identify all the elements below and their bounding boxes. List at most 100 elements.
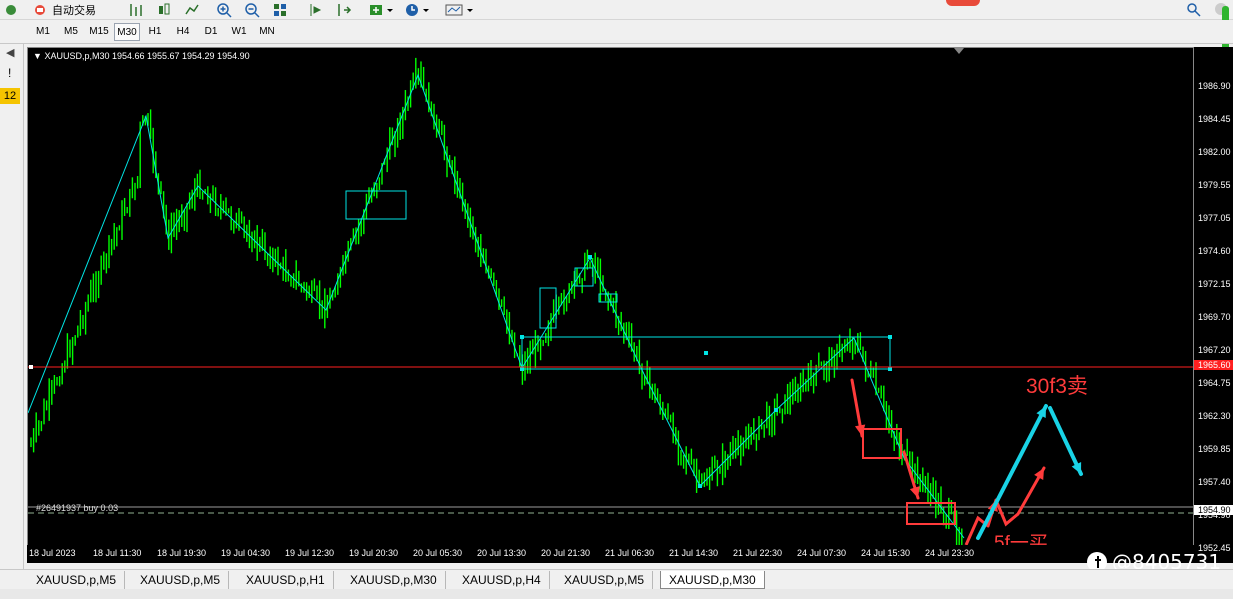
time-tick: 21 Jul 22:30 <box>733 548 783 558</box>
red-line-price-label: 1965.60 <box>1194 360 1233 370</box>
zigzag-line <box>28 73 965 539</box>
autoscroll-icon <box>310 4 322 16</box>
tile-windows-icon <box>274 4 286 16</box>
chart-tab[interactable]: XAUUSD,p,H4 <box>454 571 550 589</box>
anchor-point <box>520 367 524 371</box>
collapse-arrow-icon[interactable]: ◀ <box>6 46 14 59</box>
bar-chart-icon <box>130 4 142 16</box>
timeframe-m5[interactable]: M5 <box>58 23 84 41</box>
shift-marker <box>954 48 964 54</box>
time-tick: 21 Jul 06:30 <box>605 548 655 558</box>
timeframe-h4[interactable]: H4 <box>170 23 196 41</box>
time-tick: 24 Jul 23:30 <box>925 548 975 558</box>
timeframe-mn[interactable]: MN <box>254 23 280 41</box>
anchor-point <box>888 367 892 371</box>
periods-button[interactable] <box>404 1 430 19</box>
candles <box>30 57 963 551</box>
price-tick: 1969.70 <box>1198 312 1231 322</box>
timeframe-m30[interactable]: M30 <box>114 23 140 41</box>
bar-chart-button[interactable] <box>128 1 144 19</box>
search-icon[interactable] <box>1186 1 1202 19</box>
price-tick: 1967.20 <box>1198 345 1231 355</box>
price-tick: 1962.30 <box>1198 411 1231 421</box>
time-scale[interactable]: 18 Jul 2023 18 Jul 11:30 18 Jul 19:30 19 Ju… <box>27 545 1194 563</box>
highlight-box <box>862 428 902 459</box>
auto-trading-icon <box>35 5 45 15</box>
consolidation-box <box>345 190 407 220</box>
anchor-point <box>888 335 892 339</box>
time-tick: 18 Jul 11:30 <box>93 548 142 558</box>
timeframe-bar: M1 M5 M15 M30 H1 H4 D1 W1 MN <box>0 20 1233 44</box>
timeframe-m1[interactable]: M1 <box>30 23 56 41</box>
timeframe-h1[interactable]: H1 <box>142 23 168 41</box>
tile-windows-button[interactable] <box>272 1 288 19</box>
price-tick: 1957.40 <box>1198 477 1231 487</box>
time-tick: 19 Jul 04:30 <box>221 548 271 558</box>
line-chart-icon <box>185 4 199 15</box>
zoom-out-button[interactable] <box>244 1 260 19</box>
clock-icon <box>406 4 429 16</box>
chart-tab[interactable]: XAUUSD,p,M5 <box>556 571 654 589</box>
zoom-in-icon <box>217 3 232 18</box>
time-tick: 20 Jul 13:30 <box>477 548 527 558</box>
indicators-icon <box>370 5 393 15</box>
order-label: #26491937 buy 0.03 <box>36 503 119 513</box>
anchor-point <box>588 255 592 259</box>
price-tick: 1959.85 <box>1198 444 1231 454</box>
time-tick: 19 Jul 12:30 <box>285 548 335 558</box>
price-tick: 1979.55 <box>1198 180 1231 190</box>
price-tick: 1986.90 <box>1198 81 1231 91</box>
templates-icon <box>445 4 473 16</box>
left-panel: ◀ ! 12 <box>0 44 24 570</box>
price-chart[interactable]: ▼ XAUUSD,p,M30 1954.66 1955.67 1954.29 1… <box>27 47 1194 563</box>
current-price-label: 1954.90 <box>1194 505 1233 515</box>
chart-shift-button[interactable] <box>336 1 352 19</box>
timeframe-m15[interactable]: M15 <box>86 23 112 41</box>
time-tick: 24 Jul 15:30 <box>861 548 911 558</box>
price-tick: 1984.45 <box>1198 114 1231 124</box>
logo-fragment <box>946 0 980 6</box>
sell-annotation: 30f3卖 <box>1026 375 1088 398</box>
chart-tab[interactable]: XAUUSD,p,M30 <box>660 571 765 589</box>
timeframe-d1[interactable]: D1 <box>198 23 224 41</box>
history-icon[interactable] <box>4 1 18 19</box>
chart-tab[interactable]: XAUUSD,p,M5 <box>132 571 230 589</box>
chart-shift-icon <box>338 4 352 16</box>
zoom-in-button[interactable] <box>216 1 232 19</box>
anchor-point <box>774 408 778 412</box>
candlestick-button[interactable] <box>156 1 172 19</box>
line-anchor <box>29 365 33 369</box>
cyan-down-arrow <box>1048 406 1083 476</box>
price-scale[interactable]: 1986.90 1984.45 1982.00 1979.55 1977.05 1974.… <box>1194 47 1233 563</box>
price-tick: 1977.05 <box>1198 213 1231 223</box>
alert-marker: ! <box>8 66 12 80</box>
templates-button[interactable] <box>444 1 474 19</box>
auto-trading-label: 自动交易 <box>52 5 96 17</box>
anchor-point <box>698 484 702 488</box>
auto-trading-button[interactable]: 自动交易 <box>32 1 96 19</box>
price-tick: 1982.00 <box>1198 147 1231 157</box>
price-tick: 1972.15 <box>1198 279 1231 289</box>
anchor-point <box>520 335 524 339</box>
autoscroll-button[interactable] <box>308 1 324 19</box>
chart-tab[interactable]: XAUUSD,p,H1 <box>238 571 334 589</box>
time-tick: 21 Jul 14:30 <box>669 548 719 558</box>
chart-canvas <box>28 48 1193 551</box>
anchor-point <box>704 351 708 355</box>
line-chart-button[interactable] <box>184 1 200 19</box>
time-tick: 20 Jul 21:30 <box>541 548 591 558</box>
chart-tab[interactable]: XAUUSD,p,M5 <box>28 571 126 589</box>
zoom-out-icon <box>245 3 260 18</box>
red-path <box>994 499 1019 527</box>
time-tick: 24 Jul 07:30 <box>797 548 847 558</box>
time-tick: 20 Jul 05:30 <box>413 548 463 558</box>
time-tick: 19 Jul 20:30 <box>349 548 399 558</box>
timeframe-w1[interactable]: W1 <box>226 23 252 41</box>
notification-badge[interactable]: 12 <box>0 88 20 104</box>
price-tick: 1974.60 <box>1198 246 1231 256</box>
indicators-button[interactable] <box>368 1 394 19</box>
chart-tab[interactable]: XAUUSD,p,M30 <box>342 571 446 589</box>
time-tick: 18 Jul 2023 <box>29 548 76 558</box>
time-tick: 18 Jul 19:30 <box>157 548 207 558</box>
price-tick: 1964.75 <box>1198 378 1231 388</box>
